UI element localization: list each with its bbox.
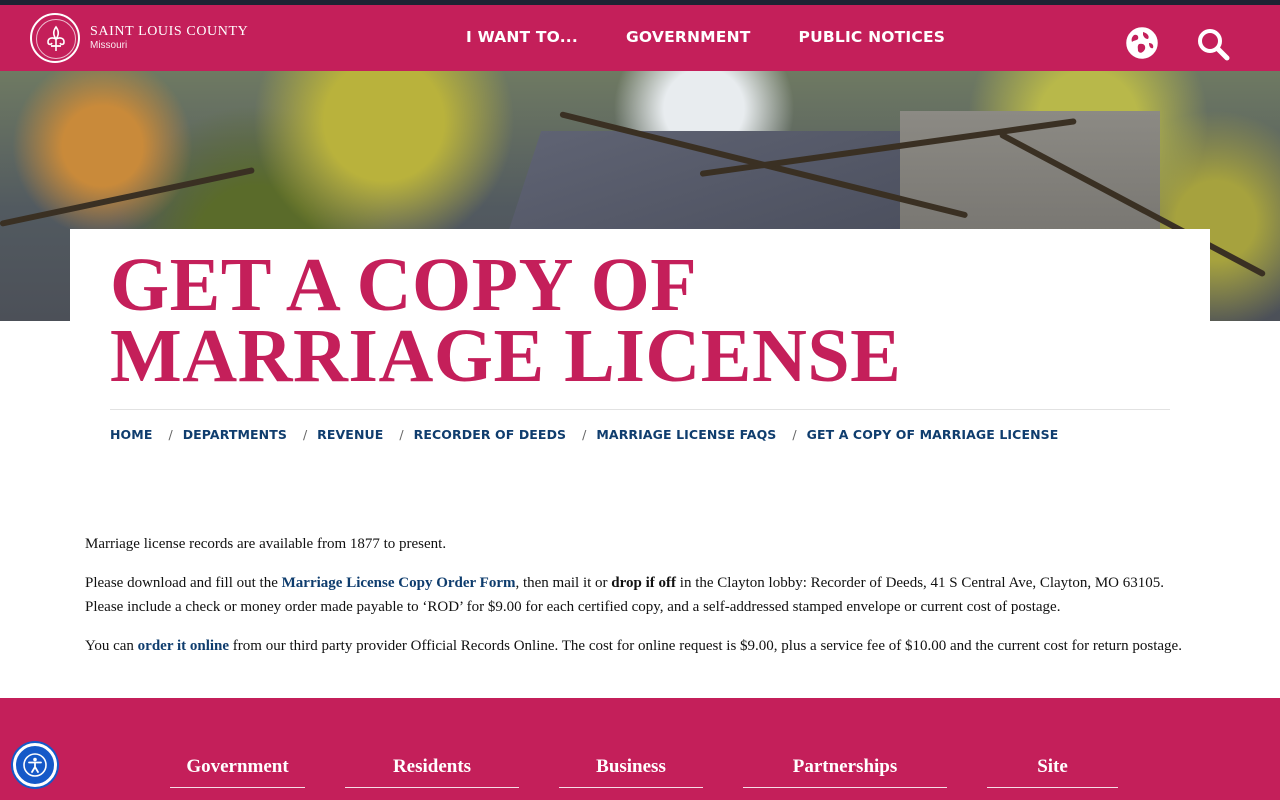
- nav-government[interactable]: GOVERNMENT: [626, 28, 751, 46]
- globe-icon[interactable]: [1126, 27, 1158, 59]
- breadcrumb-separator: /: [168, 427, 173, 442]
- nav-i-want-to[interactable]: I WANT TO...: [466, 28, 578, 46]
- logo-text: SAINT LOUIS COUNTY Missouri: [90, 25, 248, 51]
- title-divider: [110, 409, 1170, 410]
- breadcrumb-recorder-of-deeds[interactable]: RECORDER OF DEEDS: [414, 427, 567, 442]
- breadcrumb-separator: /: [582, 427, 587, 442]
- content-paragraph-2: Please download and fill out the Marriag…: [85, 571, 1200, 619]
- drop-off-emphasis: drop if off: [611, 575, 677, 591]
- accessibility-button[interactable]: [13, 743, 57, 787]
- breadcrumb-marriage-license-faqs[interactable]: MARRIAGE LICENSE FAQS: [596, 427, 776, 442]
- nav-public-notices[interactable]: PUBLIC NOTICES: [799, 28, 946, 46]
- breadcrumb-departments[interactable]: DEPARTMENTS: [183, 427, 287, 442]
- breadcrumb-home[interactable]: HOME: [110, 427, 152, 442]
- footer-heading-site[interactable]: Site: [987, 756, 1118, 788]
- main-content: Marriage license records are available f…: [85, 532, 1200, 673]
- footer-heading-business[interactable]: Business: [559, 756, 703, 788]
- records-availability-text: Marriage license records are available f…: [85, 536, 447, 552]
- site-header: SAINT LOUIS COUNTY Missouri I WANT TO...…: [0, 5, 1280, 71]
- footer-heading-residents[interactable]: Residents: [345, 756, 519, 788]
- footer-heading-government[interactable]: Government: [170, 756, 305, 788]
- order-form-link[interactable]: Marriage License Copy Order Form: [282, 575, 516, 591]
- site-logo[interactable]: SAINT LOUIS COUNTY Missouri: [30, 13, 248, 63]
- breadcrumb-current-page[interactable]: GET A COPY OF MARRIAGE LICENSE: [807, 427, 1059, 442]
- search-icon[interactable]: [1196, 27, 1230, 61]
- main-nav: I WANT TO... GOVERNMENT PUBLIC NOTICES: [466, 28, 945, 46]
- content-paragraph-3: You can order it online from our third p…: [85, 634, 1200, 658]
- breadcrumb-separator: /: [792, 427, 797, 442]
- breadcrumb-separator: /: [399, 427, 404, 442]
- footer-heading-partnerships[interactable]: Partnerships: [743, 756, 947, 788]
- paragraph-text: You can: [85, 638, 138, 654]
- paragraph-text: Please download and fill out the: [85, 575, 282, 591]
- fleur-de-lis-seal-icon: [30, 13, 80, 63]
- order-online-link[interactable]: order it online: [138, 638, 229, 654]
- page-title: GET A COPY OF MARRIAGE LICENSE: [110, 243, 902, 398]
- logo-title: SAINT LOUIS COUNTY: [90, 24, 249, 39]
- paragraph-text: from our third party provider Official R…: [229, 638, 1182, 654]
- breadcrumb-separator: /: [302, 427, 308, 442]
- hero-branch: [0, 167, 255, 227]
- breadcrumb-revenue[interactable]: REVENUE: [317, 427, 383, 442]
- paragraph-text: , then mail it or: [515, 575, 612, 591]
- logo-subtitle: Missouri: [90, 40, 128, 51]
- accessibility-person-icon: [23, 753, 47, 777]
- content-paragraph-1: Marriage license records are available f…: [85, 532, 1200, 556]
- breadcrumb: HOME / DEPARTMENTS / REVENUE / RECORDER …: [110, 427, 1058, 442]
